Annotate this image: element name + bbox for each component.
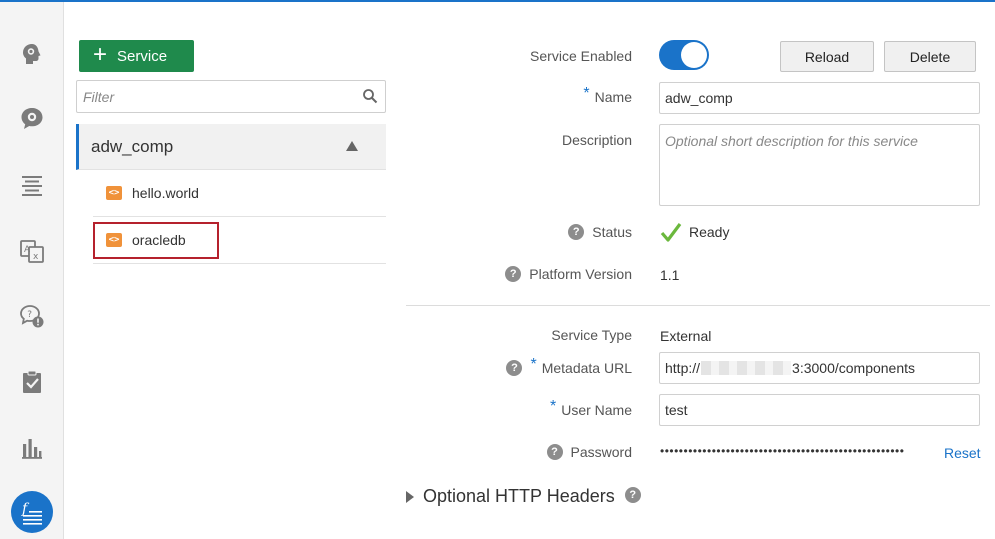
add-service-button[interactable]: + Service (79, 40, 194, 72)
plus-icon: + (93, 40, 108, 68)
filter-input[interactable] (77, 81, 357, 112)
service-item-label: hello.world (132, 185, 199, 201)
settings-chat-icon[interactable] (16, 103, 48, 135)
ready-check-icon (660, 223, 682, 242)
text-lines-icon[interactable] (16, 169, 48, 201)
function-icon[interactable]: f (11, 491, 53, 533)
component-service-icon: <> (106, 186, 122, 200)
description-label-text: Description (561, 132, 632, 148)
collapse-caret-icon[interactable] (346, 141, 358, 151)
password-text: Password (570, 444, 632, 460)
left-nav-rail: Ax ? f (0, 2, 64, 539)
clipboard-check-icon[interactable] (16, 366, 48, 398)
bot-head-icon[interactable] (16, 38, 48, 70)
status-label-text: Status (592, 224, 632, 240)
required-marker: * (549, 398, 557, 415)
reset-password-link[interactable]: Reset (944, 445, 981, 461)
component-service-icon: <> (106, 233, 122, 247)
status-label: ? Status (568, 224, 632, 240)
optional-http-headers-text: Optional HTTP Headers (423, 486, 615, 506)
svg-text:?: ? (27, 310, 32, 320)
metadata-url-prefix: http:// (665, 360, 701, 376)
metadata-url-text: Metadata URL (541, 360, 632, 376)
platform-version-text: Platform Version (529, 266, 632, 282)
user-name-field[interactable] (659, 394, 980, 426)
reload-button[interactable]: Reload (780, 41, 874, 72)
password-field[interactable]: ••••••••••••••••••••••••••••••••••••••••… (660, 444, 935, 462)
status-value: Ready (660, 221, 729, 243)
service-item-hello-world[interactable]: <> hello.world (93, 170, 386, 217)
description-field[interactable] (659, 124, 980, 206)
name-label-text: Name (594, 89, 632, 105)
name-field[interactable] (659, 82, 980, 114)
redacted-host-mask (701, 361, 792, 375)
service-type-label: Service Type (551, 327, 632, 343)
service-enabled-text: Service Enabled (530, 48, 632, 64)
description-label: Description (562, 132, 632, 148)
required-marker: * (530, 356, 537, 373)
password-label: ? Password (546, 444, 632, 460)
translate-icon[interactable]: Ax (16, 235, 48, 267)
help-icon[interactable]: ? (568, 224, 585, 240)
name-label: * Name (583, 85, 632, 106)
required-marker: * (583, 85, 590, 102)
service-item-oracledb[interactable]: <> oracledb (93, 217, 386, 264)
svg-text:x: x (33, 252, 39, 262)
metadata-url-label: ? * Metadata URL (506, 356, 632, 377)
metadata-url-suffix: 3:3000/components (792, 360, 916, 376)
service-enabled-toggle[interactable] (659, 40, 709, 70)
platform-version-label: ? Platform Version (505, 266, 632, 282)
search-icon[interactable] (362, 88, 378, 104)
status-value-text: Ready (689, 224, 730, 240)
platform-version-value: 1.1 (660, 267, 680, 283)
metadata-url-field[interactable]: http:// 3:3000/components (659, 352, 980, 384)
svg-text:A: A (24, 245, 31, 255)
user-name-text: User Name (561, 402, 632, 418)
help-icon[interactable]: ? (506, 360, 523, 376)
top-accent-line (0, 0, 995, 2)
help-icon[interactable]: ? (624, 486, 641, 503)
service-type-text: Service Type (551, 327, 632, 343)
service-item-label: oracledb (132, 232, 186, 248)
service-type-value: External (660, 328, 712, 344)
help-icon[interactable]: ? (546, 444, 563, 460)
user-name-label: * User Name (549, 398, 632, 419)
filter-box (76, 80, 386, 113)
chat-alert-icon[interactable]: ? (16, 300, 48, 332)
svg-text:f: f (21, 501, 30, 517)
add-service-label: Service (117, 47, 168, 65)
service-group-adw-comp[interactable]: adw_comp (76, 124, 386, 170)
delete-button[interactable]: Delete (884, 41, 976, 72)
expand-triangle-icon (406, 490, 414, 503)
toggle-knob (681, 42, 707, 68)
optional-http-headers-toggle[interactable]: Optional HTTP Headers ? (406, 486, 641, 507)
bar-chart-icon[interactable] (16, 431, 48, 463)
service-enabled-label: Service Enabled (530, 48, 632, 64)
section-divider (406, 305, 990, 306)
service-group-label: adw_comp (91, 136, 174, 156)
help-icon[interactable]: ? (505, 266, 522, 282)
